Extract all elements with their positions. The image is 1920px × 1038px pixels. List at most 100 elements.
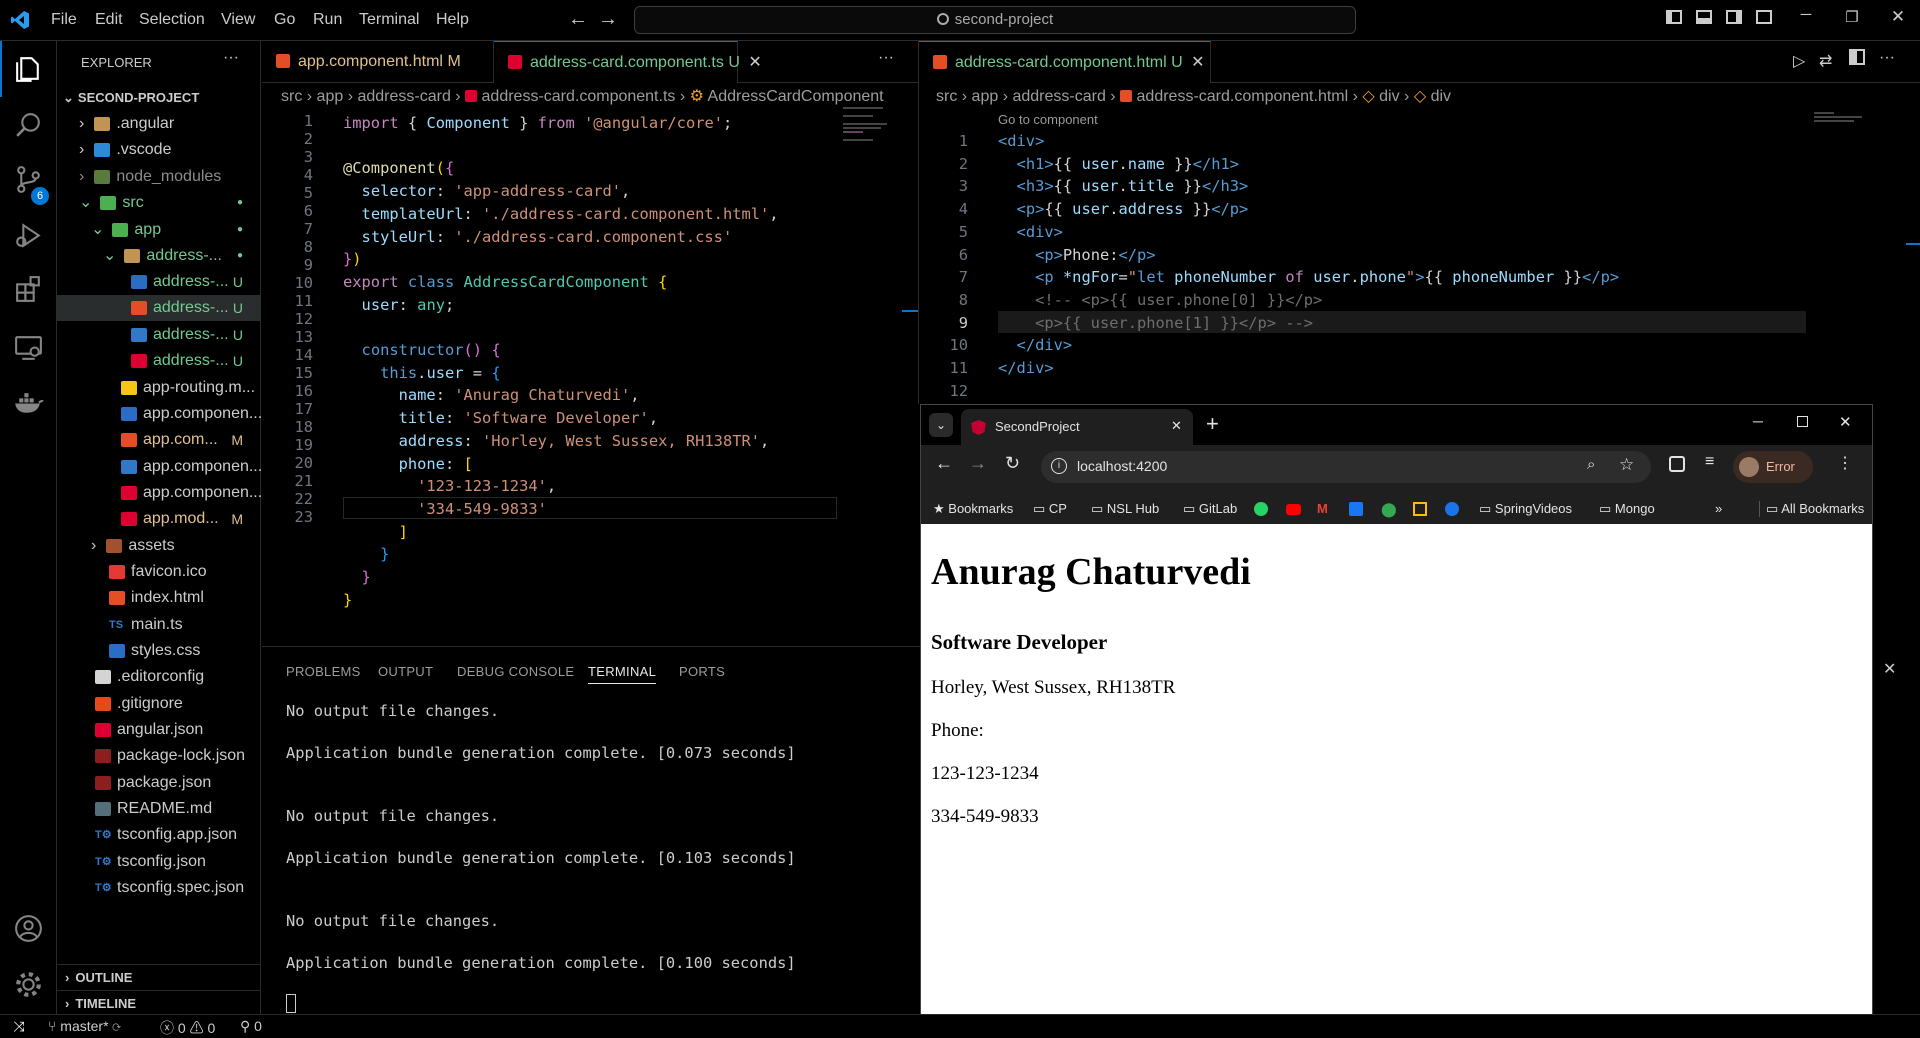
tree-item-app-module[interactable]: app.mod... M (57, 506, 261, 532)
close-tab-icon[interactable]: ✕ (1191, 54, 1204, 71)
codelens-go-to-component[interactable]: Go to component (998, 112, 1098, 127)
tree-item-node-modules[interactable]: › node_modules (57, 164, 261, 190)
minimap[interactable] (843, 105, 895, 151)
tab-problems[interactable]: PROBLEMS (286, 664, 361, 679)
bookmark-folder[interactable]: ▭ CP (1033, 501, 1067, 517)
all-bookmarks[interactable]: ▭ All Bookmarks (1759, 501, 1864, 517)
menu-run[interactable]: Run (313, 11, 342, 29)
tab-search-icon[interactable]: ⌄ (929, 413, 953, 437)
menu-file[interactable]: File (51, 11, 77, 29)
browser-menu-icon[interactable]: ⋮ (1837, 453, 1853, 473)
reload-icon[interactable]: ↻ (1005, 453, 1020, 474)
facebook-icon[interactable] (1349, 502, 1363, 516)
tree-item-favicon[interactable]: favicon.ico (57, 559, 261, 585)
tree-item-assets[interactable]: › assets (57, 533, 261, 559)
editor-split-divider[interactable] (918, 41, 919, 404)
menu-help[interactable]: Help (436, 11, 469, 29)
tree-item-address-card-ts[interactable]: address-... U (57, 348, 261, 374)
close-tab-icon[interactable]: ✕ (1171, 418, 1182, 434)
tab-terminal[interactable]: TERMINAL (588, 664, 657, 684)
compare-changes-icon[interactable]: ⇄ (1819, 51, 1832, 71)
docker-icon[interactable] (12, 387, 45, 420)
tree-item-app[interactable]: ⌄ app ● (57, 217, 261, 243)
breadcrumb-item[interactable]: app (972, 88, 999, 105)
new-tab-icon[interactable]: + (1206, 411, 1219, 437)
breadcrumb-item[interactable]: app (317, 88, 344, 105)
tab-address-card-ts[interactable]: address-card.component.ts U ✕ (494, 41, 762, 83)
menu-go[interactable]: Go (274, 11, 295, 29)
tree-item-main-ts[interactable]: TS main.ts (57, 612, 261, 638)
tree-item-gitignore[interactable]: .gitignore (57, 691, 261, 717)
extensions-puzzle-icon[interactable] (1669, 456, 1685, 472)
bookmark-folder[interactable]: ▭ GitLab (1183, 501, 1237, 517)
bookmark-folder[interactable]: ▭ SpringVideos (1479, 501, 1572, 517)
tab-output[interactable]: OUTPUT (378, 664, 433, 679)
bookmarks-overflow-icon[interactable]: » (1715, 501, 1722, 516)
menu-view[interactable]: View (221, 11, 255, 29)
timeline-section[interactable]: › TIMELINE (57, 990, 261, 1016)
breadcrumb-item[interactable]: address-card.component.ts (482, 88, 676, 105)
gmail-icon[interactable]: M (1317, 501, 1328, 516)
tree-item-tsconfig-spec[interactable]: T⚙ tsconfig.spec.json (57, 875, 261, 901)
tree-item-src[interactable]: ⌄ src ● (57, 190, 261, 216)
zoom-icon[interactable]: ⌕ (1587, 456, 1595, 473)
editor-more-icon[interactable]: ··· (878, 49, 894, 67)
tree-item-address-card-html[interactable]: address-... U (57, 295, 261, 321)
browser-forward-icon[interactable]: → (969, 453, 987, 474)
tree-item-app-component-html[interactable]: app.com... M (57, 427, 261, 453)
breadcrumb-item[interactable]: address-card (1012, 88, 1105, 105)
close-panel-icon[interactable]: ✕ (1883, 659, 1896, 679)
explorer-icon[interactable] (12, 53, 45, 86)
extensions-icon[interactable] (12, 273, 45, 306)
tab-app-component-html[interactable]: app.component.html M (262, 41, 494, 83)
close-window-icon[interactable]: ✕ (1888, 7, 1908, 27)
forward-arrow-icon[interactable]: → (598, 8, 618, 31)
close-browser-icon[interactable]: ✕ (1839, 413, 1852, 431)
run-icon[interactable]: ▷ (1793, 51, 1805, 71)
menu-terminal[interactable]: Terminal (359, 11, 419, 29)
bookmark-c-icon[interactable] (1445, 502, 1459, 516)
toggle-secondary-sidebar-icon[interactable] (1724, 10, 1744, 30)
tree-item-app-component-css[interactable]: app.componen... (57, 401, 261, 427)
breadcrumb-item[interactable]: div (1431, 88, 1451, 105)
account-icon[interactable] (12, 912, 45, 945)
command-center-search[interactable]: second-project (634, 6, 1356, 34)
customize-layout-icon[interactable] (1754, 10, 1774, 30)
tree-item-app-routing[interactable]: app-routing.m... (57, 375, 261, 401)
back-arrow-icon[interactable]: ← (568, 8, 588, 31)
browser-back-icon[interactable]: ← (935, 453, 953, 474)
explorer-more-icon[interactable]: ··· (223, 49, 239, 67)
breadcrumb-item[interactable]: address-card.component.html (1137, 88, 1349, 105)
run-debug-icon[interactable] (12, 219, 45, 252)
minimize-window-icon[interactable]: ─ (1796, 6, 1816, 26)
menu-selection[interactable]: Selection (139, 11, 205, 29)
project-root[interactable]: ⌄ SECOND-PROJECT (57, 85, 261, 111)
toggle-panel-icon[interactable] (1694, 10, 1714, 30)
bookmark-app-icon[interactable] (1413, 502, 1427, 516)
site-info-icon[interactable]: i (1051, 458, 1067, 474)
tree-item-editorconfig[interactable]: .editorconfig (57, 664, 261, 690)
toggle-sidebar-icon[interactable] (1664, 10, 1684, 30)
tree-item-address-card-folder[interactable]: ⌄ address-... ● (57, 243, 261, 269)
editor-more-icon[interactable]: ··· (1879, 49, 1895, 67)
minimap[interactable] (1814, 110, 1866, 132)
bookmark-folder[interactable]: ▭ Mongo (1599, 501, 1655, 517)
whatsapp-icon[interactable] (1254, 502, 1268, 516)
tree-item-app-component-ts[interactable]: app.componen... (57, 480, 261, 506)
ports-indicator[interactable]: ⚲ 0 (240, 1018, 262, 1035)
outline-section[interactable]: › OUTLINE (57, 964, 261, 990)
branch-indicator[interactable]: ⑂ master* ⟳ (48, 1018, 121, 1034)
breadcrumb-item[interactable]: AddressCardComponent (708, 88, 884, 105)
tree-item-tsconfig[interactable]: T⚙ tsconfig.json (57, 849, 261, 875)
maximize-browser-icon[interactable] (1797, 416, 1808, 427)
bookmark-folder[interactable]: ▭ NSL Hub (1091, 501, 1159, 517)
tab-address-card-html[interactable]: address-card.component.html U ✕ (919, 41, 1211, 83)
tree-item-angular-json[interactable]: angular.json (57, 717, 261, 743)
media-controls-icon[interactable]: ≡ (1705, 453, 1714, 471)
tree-item-styles-css[interactable]: styles.css (57, 638, 261, 664)
profile-error-button[interactable]: Error (1733, 451, 1813, 483)
breadcrumb-item[interactable]: src (936, 88, 957, 105)
minimize-browser-icon[interactable]: ─ (1753, 413, 1763, 429)
browser-tab[interactable]: SecondProject ✕ (961, 409, 1193, 445)
tab-ports[interactable]: PORTS (679, 664, 725, 679)
